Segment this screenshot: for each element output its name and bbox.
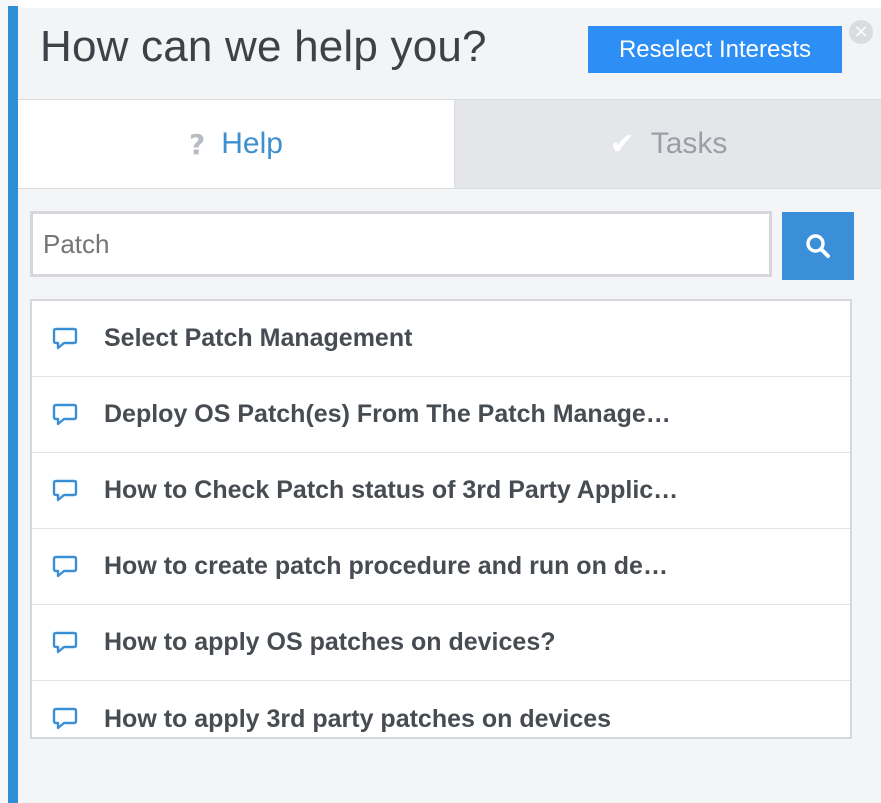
reselect-interests-button[interactable]: Reselect Interests [588, 26, 842, 73]
tab-bar: ? Help ✔ Tasks [18, 100, 881, 189]
list-item-label: How to Check Patch status of 3rd Party A… [104, 476, 679, 504]
left-accent-bar [8, 6, 18, 803]
chat-bubble-icon [52, 403, 78, 425]
panel-header: How can we help you? Reselect Interests … [18, 8, 881, 100]
top-edge [18, 0, 881, 8]
checkmark-icon: ✔ [609, 126, 635, 162]
tab-tasks-label: Tasks [650, 127, 728, 160]
results-list: Select Patch Management Deploy OS Patch(… [30, 299, 852, 739]
chat-bubble-icon [52, 631, 78, 653]
list-item[interactable]: How to Check Patch status of 3rd Party A… [32, 453, 850, 529]
list-item-label: How to create patch procedure and run on… [104, 552, 668, 580]
list-item[interactable]: How to create patch procedure and run on… [32, 529, 850, 605]
tab-help-label: Help [221, 127, 283, 160]
chat-bubble-icon [52, 707, 78, 730]
page-title: How can we help you? [40, 22, 487, 71]
chat-bubble-icon [52, 479, 78, 501]
help-panel: How can we help you? Reselect Interests … [18, 8, 881, 803]
search-button[interactable] [782, 212, 854, 280]
list-item[interactable]: Select Patch Management [32, 301, 850, 377]
search-input[interactable] [33, 214, 769, 274]
list-item[interactable]: How to apply OS patches on devices? [32, 605, 850, 681]
help-widget: How can we help you? Reselect Interests … [0, 0, 881, 803]
list-item-label: How to apply 3rd party patches on device… [104, 704, 612, 733]
list-item-label: Deploy OS Patch(es) From The Patch Manag… [104, 400, 671, 428]
question-icon: ? [189, 127, 206, 161]
list-item-label: How to apply OS patches on devices? [104, 628, 556, 656]
list-item[interactable]: How to apply 3rd party patches on device… [32, 681, 850, 737]
chat-bubble-icon [52, 327, 78, 349]
search-icon [806, 234, 830, 258]
list-item[interactable]: Deploy OS Patch(es) From The Patch Manag… [32, 377, 850, 453]
tab-tasks[interactable]: ✔ Tasks [454, 100, 881, 188]
list-item-label: Select Patch Management [104, 324, 413, 352]
close-icon[interactable]: × [849, 20, 873, 44]
chat-bubble-icon [52, 555, 78, 577]
search-box [30, 211, 772, 277]
tab-help[interactable]: ? Help [18, 100, 454, 188]
